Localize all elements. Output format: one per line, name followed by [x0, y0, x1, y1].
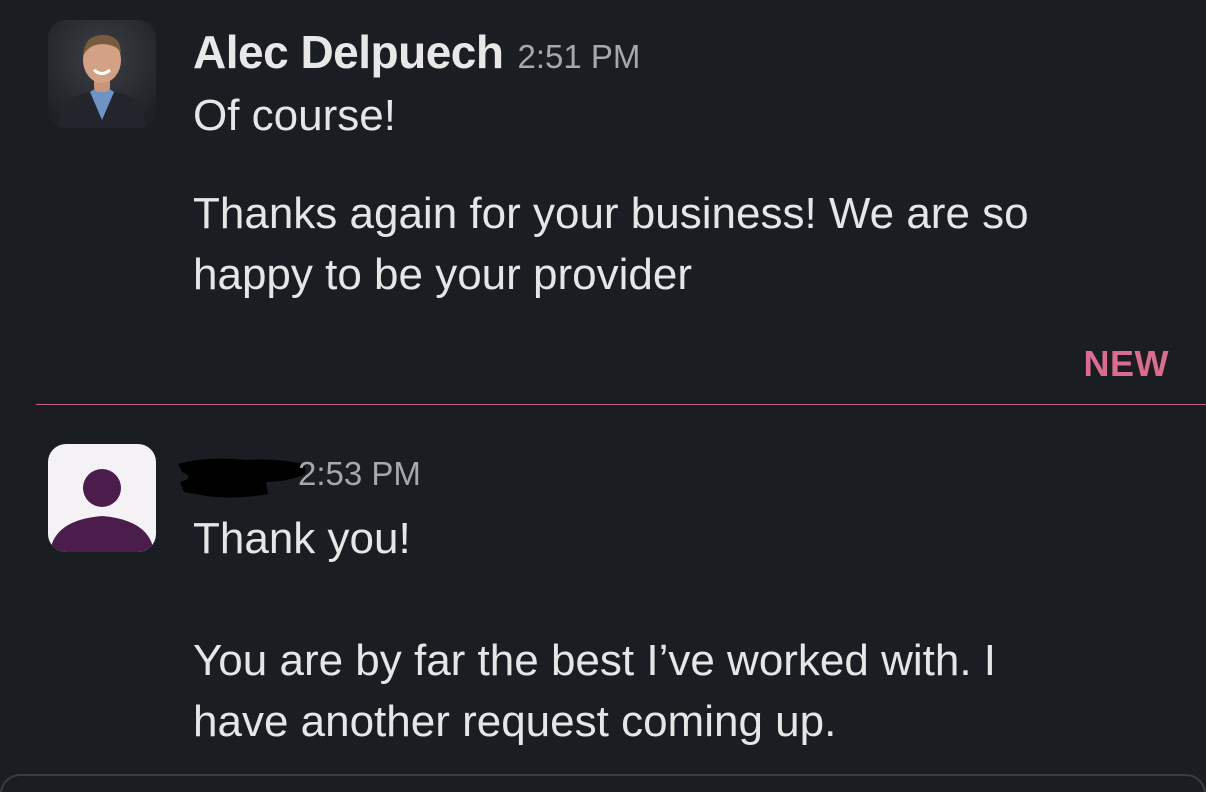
avatar[interactable] [48, 444, 156, 552]
message-header: 2:53 PM [298, 455, 421, 493]
avatar[interactable] [48, 20, 156, 128]
message-text: You are by far the best I’ve worked with… [193, 636, 997, 685]
message-timestamp[interactable]: 2:51 PM [518, 38, 641, 76]
message-text: happy to be your provider [193, 250, 692, 299]
new-messages-label: NEW [1083, 343, 1169, 384]
message-text: Thank you! [193, 514, 411, 563]
message-header: Alec Delpuech 2:51 PM [193, 25, 640, 79]
message-timestamp[interactable]: 2:53 PM [298, 455, 421, 493]
conversation-view: Alec Delpuech 2:51 PM Of course! Thanks … [0, 0, 1206, 792]
profile-photo-icon [48, 20, 156, 128]
message-text: Of course! [193, 91, 396, 140]
redaction-scribble-icon [178, 458, 306, 498]
redacted-sender-name [176, 452, 308, 500]
default-user-icon [48, 444, 156, 552]
sender-name[interactable]: Alec Delpuech [193, 25, 504, 79]
message-text: have another request coming up. [193, 697, 837, 746]
new-messages-divider [36, 404, 1206, 405]
message-composer[interactable] [0, 774, 1206, 792]
message-text: Thanks again for your business! We are s… [193, 189, 1029, 238]
